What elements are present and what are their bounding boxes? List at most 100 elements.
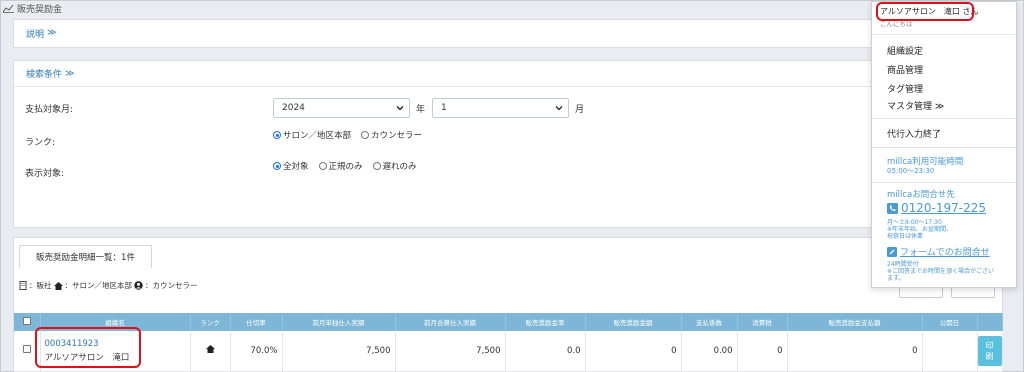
rank-radio-salon[interactable]: サロン／地区本部	[273, 129, 351, 141]
incentive-table: 組織名 ランク 仕切率 前月単独仕入実績 前月合算仕入実績 販売奨励金率 販売奨…	[14, 313, 1003, 372]
column-header: 消費税	[737, 313, 788, 331]
chart-line-icon	[3, 4, 14, 13]
explain-toggle[interactable]: 説明 ≫	[14, 20, 912, 46]
menu-item-tags[interactable]: タグ管理	[887, 82, 923, 95]
incentive-rate-cell: 0.0	[505, 331, 586, 372]
column-header: 販売奨励金支払額	[787, 313, 923, 331]
print-cell: 印刷	[977, 331, 1003, 372]
column-header: 仕切率	[230, 313, 283, 331]
page-title: 販売奨励金	[17, 4, 63, 15]
rate-cell: 70.0%	[230, 331, 283, 372]
explain-panel: 説明 ≫	[13, 19, 913, 48]
tab-label: 販売奨励金明細一覧：1件	[36, 253, 135, 263]
radio-label: 全対象	[283, 162, 309, 172]
expand-icon: ≫	[65, 68, 75, 79]
month-value: 1	[441, 103, 447, 113]
column-header: 支払係数	[681, 313, 738, 331]
app-frame: 販売奨励金 説明 ≫ 検索条件 ≫ 支払対象月: 2024 年 1 月 ランク:…	[0, 0, 1024, 372]
legend-counselor: ：カウンセラー	[145, 281, 198, 290]
table-row: 0003411923 アルソアサロン 滝口 70.0% 7,500 7,500 …	[14, 331, 1003, 372]
legend-salon: ：サロン／地区本部	[64, 281, 133, 290]
highlight-box	[35, 327, 141, 368]
payment-month-label: 支払対象月:	[25, 105, 74, 115]
radio-unchecked-icon	[318, 162, 327, 170]
phone-icon	[887, 202, 898, 214]
payment-cell: 0	[787, 331, 923, 372]
divider	[872, 182, 1016, 183]
checkbox-icon	[22, 317, 31, 325]
radio-checked-icon	[273, 162, 281, 170]
column-header: 販売奨励金率	[505, 313, 586, 331]
rank-radio-counselor[interactable]: カウンセラー	[361, 129, 422, 141]
column-header: 販売奨励金額	[585, 313, 682, 331]
radio-label: 遅れのみ	[382, 162, 417, 172]
home-icon	[53, 281, 63, 290]
edit-icon	[887, 246, 897, 257]
rank-label: ランク:	[25, 138, 56, 148]
form-contact-link[interactable]: フォームでのお問合せ	[887, 245, 990, 258]
phone-link[interactable]: 0120-197-225	[887, 201, 986, 215]
radio-label: サロン／地区本部	[283, 131, 352, 141]
user-circle-icon	[134, 281, 143, 290]
column-header: ランク	[190, 313, 231, 331]
legend-company: ：販社	[29, 281, 52, 290]
form-note: ます。	[887, 275, 905, 282]
highlight-box	[876, 2, 974, 21]
rank-cell	[190, 331, 231, 372]
phone-note: 祝祭日は休業	[887, 233, 924, 240]
menu-item-end-proxy[interactable]: 代行入力終了	[887, 127, 941, 140]
form-contact-label: フォームでのお問合せ	[900, 248, 990, 258]
search-label: 検索条件	[26, 70, 63, 80]
display-radio-all[interactable]: 全対象	[273, 160, 309, 172]
column-header: 公開日	[922, 313, 978, 331]
rank-radio-group: サロン／地区本部 カウンセラー	[273, 129, 432, 141]
home-icon	[205, 345, 215, 354]
tax-cell: 0	[737, 331, 788, 372]
divider	[872, 34, 1016, 35]
table-header-row: 組織名 ランク 仕切率 前月単独仕入実績 前月合算仕入実績 販売奨励金率 販売奨…	[14, 313, 1003, 331]
page-header: 販売奨励金	[3, 1, 62, 15]
phone-number: 0120-197-225	[901, 201, 987, 215]
column-header	[977, 313, 1003, 331]
search-toggle[interactable]: 検索条件 ≫	[14, 61, 912, 87]
coefficient-cell: 0.00	[681, 331, 738, 372]
contact-title: millcaお問合せ先	[887, 190, 955, 200]
hours-value: 05:00〜23:30	[887, 167, 935, 175]
menu-item-products[interactable]: 商品管理	[887, 63, 923, 76]
column-header: 前月単独仕入実績	[282, 313, 396, 331]
display-radio-regular[interactable]: 正規のみ	[318, 160, 363, 172]
search-panel: 検索条件 ≫	[13, 60, 913, 228]
incentive-amount-cell: 0	[585, 331, 682, 372]
year-unit: 年	[416, 105, 426, 115]
tab-incentive-list[interactable]: 販売奨励金明細一覧：1件	[19, 245, 152, 268]
radio-label: 正規のみ	[328, 162, 363, 172]
year-select[interactable]: 2024	[273, 98, 410, 118]
radio-unchecked-icon	[361, 131, 370, 139]
published-cell	[922, 331, 978, 372]
combined-purchase-cell: 7,500	[395, 331, 506, 372]
print-button[interactable]: 印刷	[977, 335, 1002, 366]
chevron-down-icon	[555, 106, 563, 111]
chevron-down-icon	[396, 106, 404, 111]
radio-checked-icon	[273, 131, 281, 139]
display-label: 表示対象:	[25, 169, 65, 179]
menu-item-master[interactable]: マスタ管理 ≫	[887, 99, 944, 112]
month-unit: 月	[575, 105, 585, 115]
menu-item-org-settings[interactable]: 組織設定	[887, 44, 923, 57]
display-radio-late[interactable]: 遅れのみ	[372, 160, 417, 172]
building-icon	[19, 281, 27, 290]
month-select[interactable]: 1	[432, 98, 569, 118]
year-value: 2024	[282, 103, 305, 113]
divider	[872, 147, 1016, 148]
expand-icon: ≫	[47, 28, 57, 38]
single-purchase-cell: 7,500	[282, 331, 396, 372]
rank-legend: ：販社 ：サロン／地区本部 ：カウンセラー	[19, 280, 198, 291]
display-radio-group: 全対象 正規のみ 遅れのみ	[273, 160, 427, 172]
column-header: 前月合算仕入実績	[395, 313, 506, 331]
radio-label: カウンセラー	[371, 131, 423, 141]
checkbox-icon	[22, 345, 31, 354]
divider	[872, 118, 1016, 119]
user-menu: アルソアサロン 滝口 さん こんにちは 組織設定 商品管理 タグ管理 マスタ管理…	[871, 1, 1017, 288]
radio-unchecked-icon	[372, 162, 381, 170]
explain-label: 説明	[26, 29, 45, 40]
